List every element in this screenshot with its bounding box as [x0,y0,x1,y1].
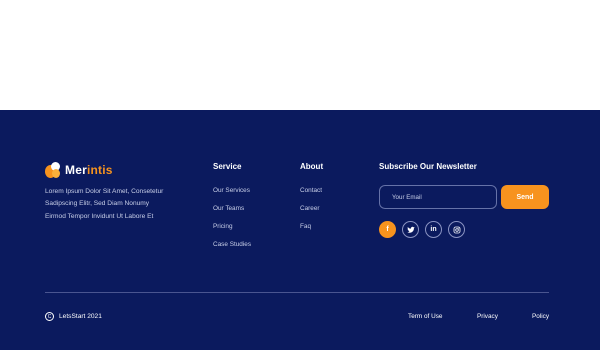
instagram-icon[interactable] [448,221,465,238]
footer-link-contact[interactable]: Contact [300,187,322,205]
copyright: C LetsStart 2021 [45,312,102,321]
newsletter-heading: Subscribe Our Newsletter [379,162,477,171]
footer-link-privacy[interactable]: Privacy [477,313,498,320]
social-links: f in [379,221,465,238]
brand-description: Lorem Ipsum Dolor Sit Amet, Consetetur S… [45,188,164,220]
footer-link-faq[interactable]: Faq [300,223,322,241]
site-footer: Merintis Lorem Ipsum Dolor Sit Amet, Con… [0,110,600,350]
brand-logo[interactable]: Merintis [45,162,113,178]
service-links: Our Services Our Teams Pricing Case Stud… [213,187,251,259]
copyright-text: LetsStart 2021 [59,313,102,320]
twitter-icon[interactable] [402,221,419,238]
footer-link-term-of-use[interactable]: Term of Use [408,313,442,320]
about-heading: About [300,162,324,171]
linkedin-icon[interactable]: in [425,221,442,238]
page-content-area [0,0,600,110]
footer-link-case-studies[interactable]: Case Studies [213,241,251,259]
about-links: Contact Career Faq [300,187,322,241]
copyright-icon: C [45,312,54,321]
facebook-icon[interactable]: f [379,221,396,238]
footer-divider [45,292,549,293]
brand-name: Merintis [65,163,113,177]
merintis-logo-icon [45,162,61,178]
footer-link-policy[interactable]: Policy [532,313,549,320]
newsletter-send-button[interactable]: Send [501,185,549,209]
footer-link-our-teams[interactable]: Our Teams [213,205,251,223]
service-heading: Service [213,162,242,171]
footer-link-career[interactable]: Career [300,205,322,223]
footer-link-pricing[interactable]: Pricing [213,223,251,241]
footer-link-our-services[interactable]: Our Services [213,187,251,205]
newsletter-email-input[interactable] [379,185,497,209]
